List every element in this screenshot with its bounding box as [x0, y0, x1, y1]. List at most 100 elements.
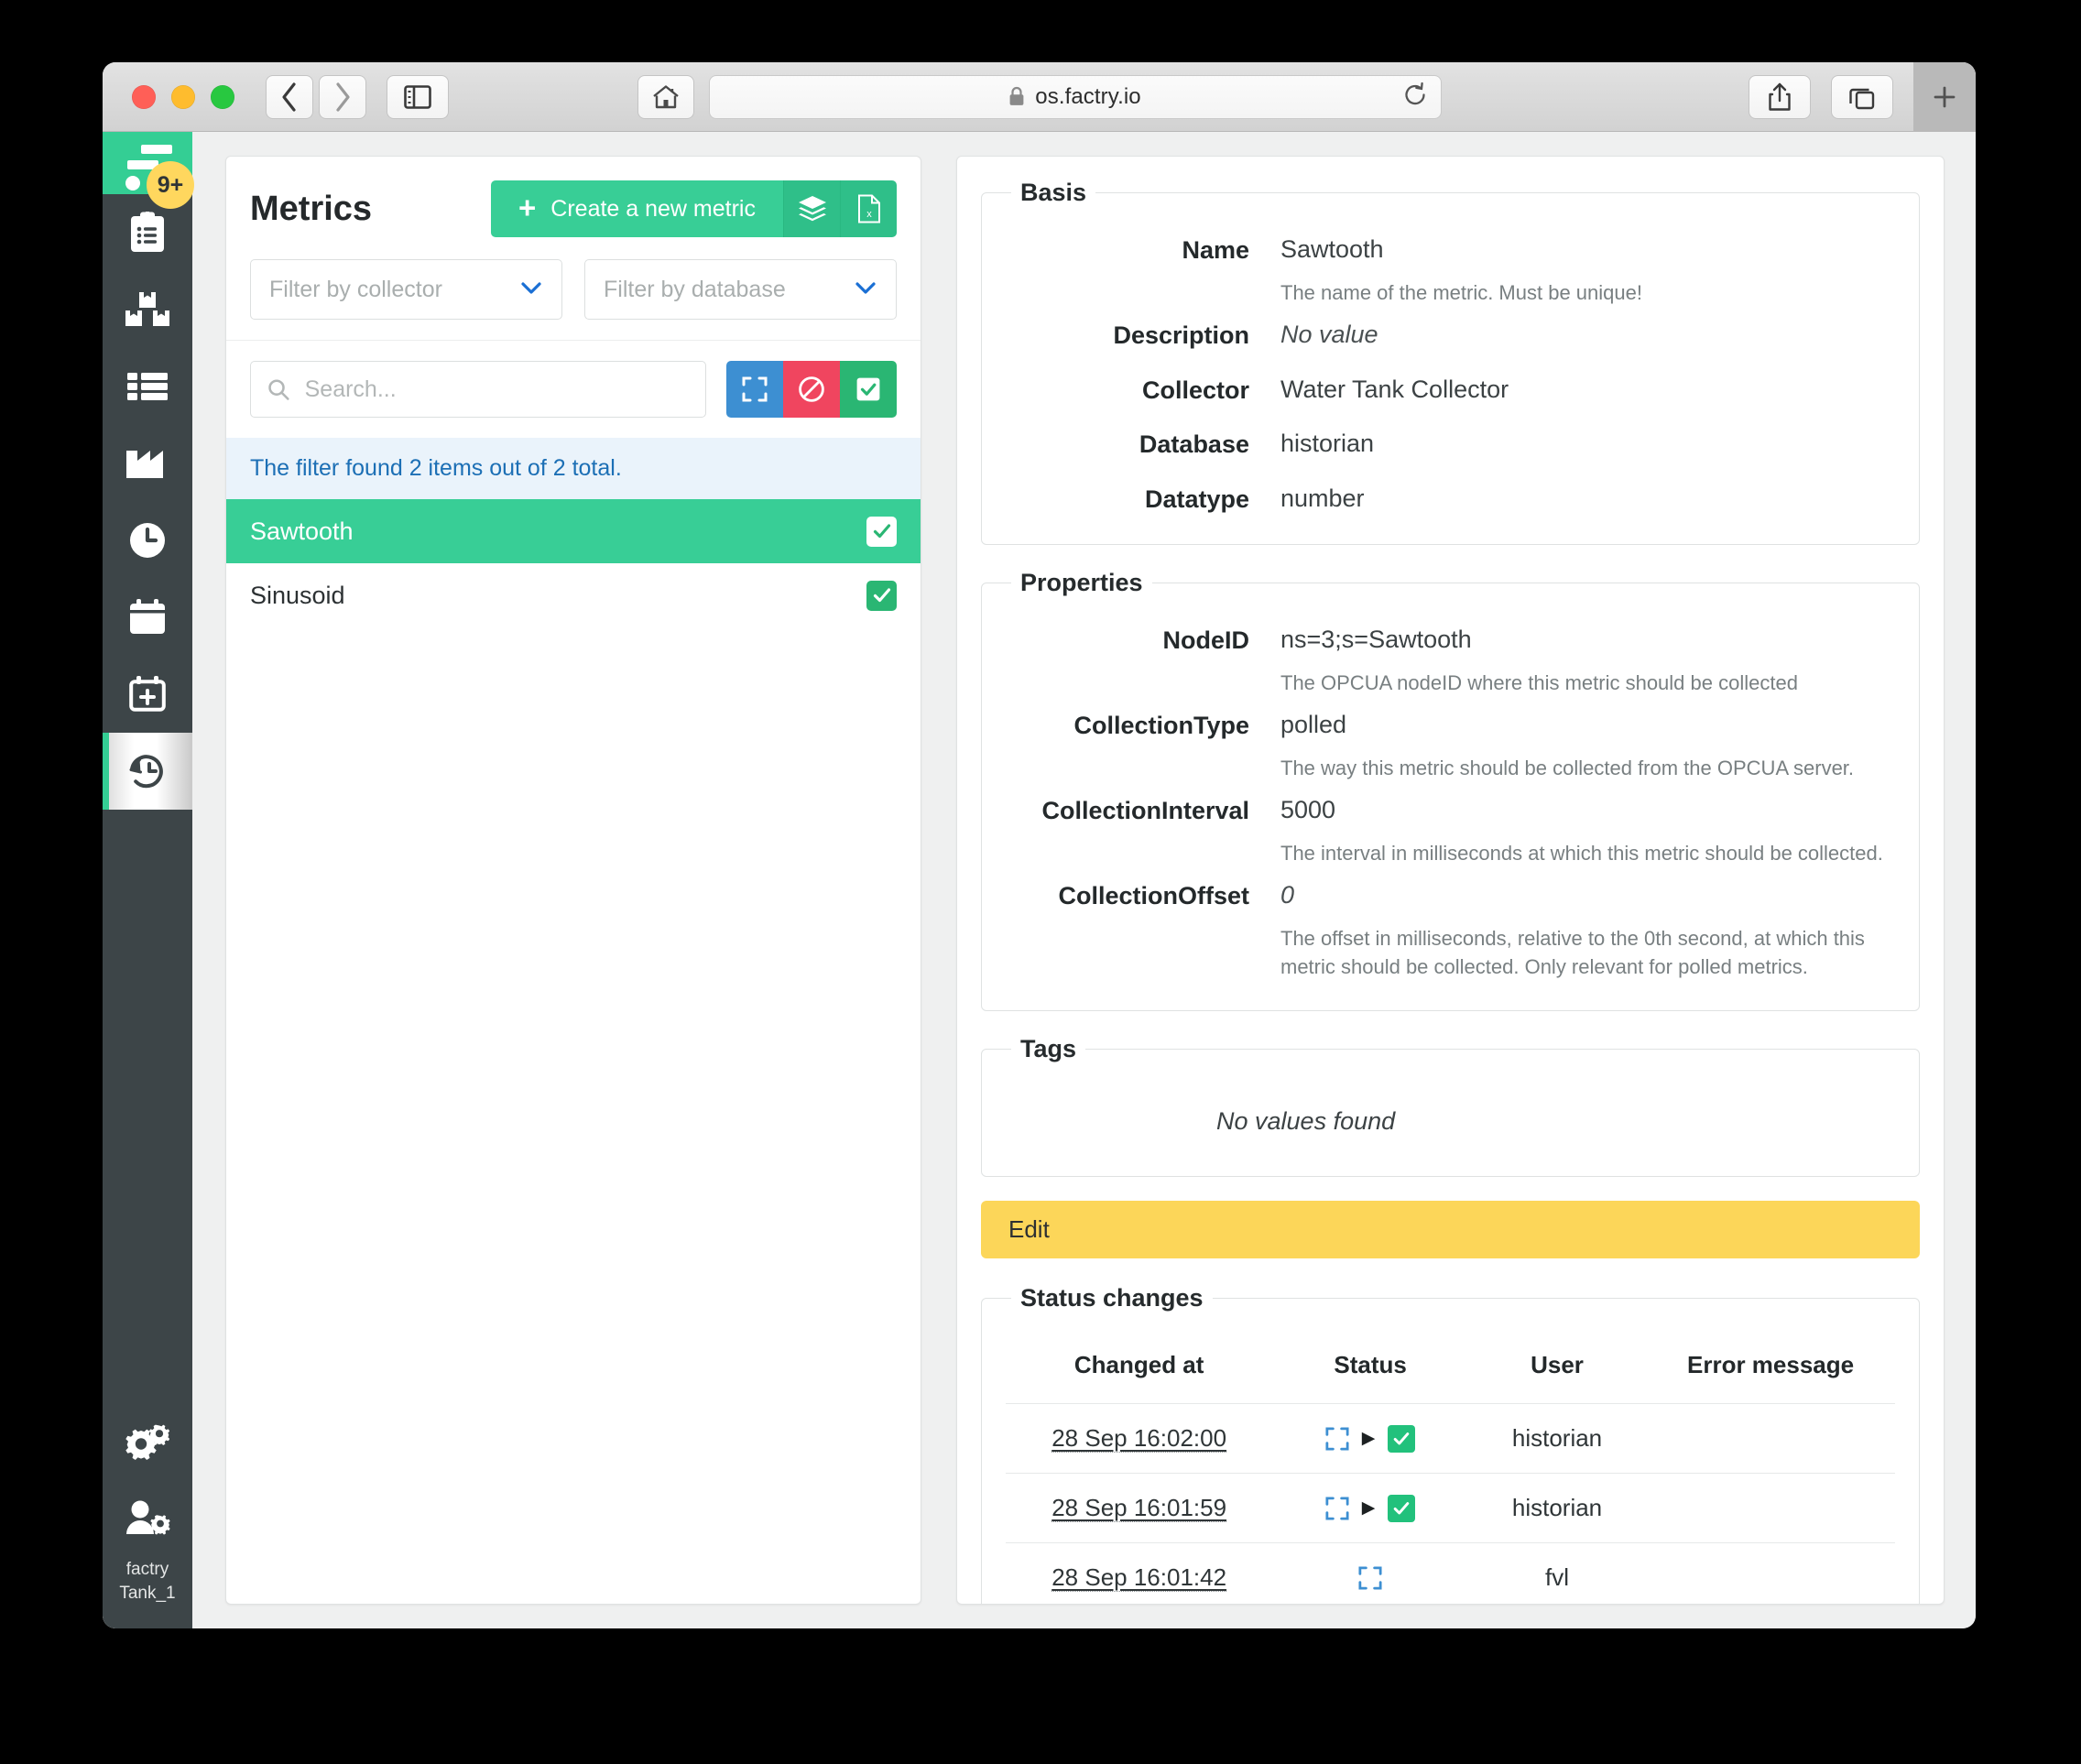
calendar-icon — [130, 599, 165, 634]
state-filter-group — [726, 361, 897, 418]
plus-icon: + — [518, 191, 537, 224]
sidebar-item-historian[interactable] — [103, 733, 192, 810]
browser-toolbar: os.factry.io — [103, 62, 1976, 132]
properties-section: Properties NodeID ns=3;s=Sawtooth The OP… — [981, 568, 1920, 1012]
browser-window: os.factry.io 9+ factry Tank_1 Metrics + … — [103, 62, 1976, 1628]
field-label: CollectionInterval — [1041, 796, 1249, 824]
table-header-row: Changed at Status User Error message — [1006, 1336, 1895, 1404]
new-tab-button[interactable] — [1913, 62, 1976, 132]
close-window-button[interactable] — [132, 84, 156, 109]
tab-overview-button[interactable] — [1831, 74, 1893, 119]
field-label: Name — [1182, 236, 1249, 264]
address-zone: os.factry.io — [103, 74, 1976, 119]
cell-status: ▶ — [1272, 1403, 1468, 1474]
layers-icon — [798, 196, 826, 222]
page-title: Metrics — [250, 189, 373, 228]
dashed-square-icon — [1325, 1497, 1349, 1520]
metrics-actions: + Create a new metric x — [491, 180, 897, 237]
sidebar-item-materials[interactable] — [103, 271, 192, 348]
address-bar[interactable]: os.factry.io — [708, 74, 1442, 119]
sidebar-item-user[interactable] — [103, 1480, 192, 1557]
create-metric-button[interactable]: + Create a new metric — [491, 180, 783, 237]
forward-button[interactable] — [319, 74, 366, 119]
check-square-icon — [1388, 1424, 1416, 1453]
search-input[interactable] — [304, 376, 689, 403]
edit-button[interactable]: Edit — [981, 1201, 1920, 1259]
status-changes-table: Changed at Status User Error message 28 … — [1006, 1336, 1895, 1604]
sidebar-toggle-button[interactable] — [387, 74, 449, 119]
field-help: The OPCUA nodeID where this metric shoul… — [1280, 670, 1798, 694]
home-button[interactable] — [637, 74, 694, 119]
collector-filter-select[interactable]: Filter by collector — [250, 259, 562, 320]
table-row[interactable]: 28 Sep 16:01:42 fvl — [1006, 1542, 1895, 1604]
state-filter-pending[interactable] — [726, 361, 783, 418]
timestamp-text[interactable]: 28 Sep 16:01:42 — [1051, 1563, 1227, 1593]
timestamp-text[interactable]: 28 Sep 16:01:59 — [1051, 1494, 1227, 1523]
url-text: os.factry.io — [1035, 83, 1141, 109]
maximize-window-button[interactable] — [211, 84, 234, 109]
sidebar-item-production[interactable] — [103, 425, 192, 502]
list-icon — [127, 373, 168, 400]
excel-file-icon: x — [857, 194, 880, 223]
window-controls — [132, 84, 234, 109]
bulk-edit-button[interactable] — [783, 180, 840, 237]
table-row[interactable]: 28 Sep 16:02:00 ▶ historian — [1006, 1403, 1895, 1474]
share-button[interactable] — [1749, 74, 1811, 119]
minimize-window-button[interactable] — [171, 84, 195, 109]
check-square-icon — [856, 377, 880, 401]
field-label: Collector — [1141, 376, 1249, 404]
basis-fields: Name Sawtooth The name of the metric. Mu… — [1006, 231, 1895, 524]
home-icon — [652, 84, 679, 108]
reload-button[interactable] — [1402, 82, 1428, 112]
clipboard-list-icon — [131, 212, 164, 252]
database-filter-select[interactable]: Filter by database — [584, 259, 897, 320]
field-value: polled — [1280, 710, 1347, 738]
field-datatype: Datatype number — [1006, 480, 1895, 515]
sidebar-toggle-icon — [404, 84, 431, 109]
sidebar-item-shifts[interactable] — [103, 502, 192, 579]
cell-user: fvl — [1467, 1542, 1647, 1604]
field-description: Description No value — [1006, 316, 1895, 351]
sidebar-item-lists[interactable] — [103, 348, 192, 425]
field-help: The way this metric should be collected … — [1280, 756, 1855, 779]
toolbar-right-buttons — [1749, 62, 1976, 132]
dashed-square-icon — [1358, 1566, 1382, 1590]
field-value: Water Tank Collector — [1280, 375, 1509, 403]
sidebar-item-settings[interactable] — [103, 1403, 192, 1480]
sidebar-user-name: Tank_1 — [119, 1584, 176, 1603]
list-item-label: Sawtooth — [250, 517, 354, 545]
sidebar-bottom: factry Tank_1 — [103, 1403, 192, 1628]
state-filter-enabled[interactable] — [840, 361, 897, 418]
list-item[interactable]: Sawtooth — [226, 499, 921, 563]
cell-status — [1272, 1542, 1468, 1604]
field-label: CollectionType — [1073, 711, 1249, 739]
boxes-icon — [125, 292, 169, 326]
field-value: Sawtooth — [1280, 235, 1384, 263]
list-item-label: Sinusoid — [250, 581, 345, 609]
table-row[interactable]: 28 Sep 16:01:59 ▶ historian — [1006, 1473, 1895, 1543]
check-square-icon[interactable] — [866, 580, 897, 611]
app-logo[interactable]: 9+ — [103, 132, 194, 209]
sidebar-item-tasks[interactable] — [103, 194, 192, 271]
field-help: The interval in milliseconds at which th… — [1280, 841, 1883, 865]
export-excel-button[interactable]: x — [840, 180, 897, 237]
cell-status: ▶ — [1272, 1473, 1468, 1543]
back-button[interactable] — [266, 74, 313, 119]
navigation-buttons — [266, 74, 366, 119]
cell-changed-at: 28 Sep 16:02:00 — [1006, 1403, 1273, 1474]
timestamp-text[interactable]: 28 Sep 16:02:00 — [1051, 1424, 1227, 1454]
arrow-right-icon: ▶ — [1361, 1429, 1376, 1449]
check-square-icon[interactable] — [866, 516, 897, 547]
sidebar-item-calendar[interactable] — [103, 579, 192, 656]
create-metric-label: Create a new metric — [550, 195, 756, 222]
properties-fields: NodeID ns=3;s=Sawtooth The OPCUA nodeID … — [1006, 621, 1895, 990]
field-nodeid: NodeID ns=3;s=Sawtooth The OPCUA nodeID … — [1006, 621, 1895, 697]
search-field[interactable] — [250, 361, 706, 418]
metrics-list: Sawtooth Sinusoid — [226, 499, 921, 1604]
basis-legend: Basis — [1020, 179, 1087, 206]
history-icon — [129, 755, 163, 789]
field-label: Database — [1139, 430, 1249, 459]
list-item[interactable]: Sinusoid — [226, 563, 921, 627]
state-filter-disabled[interactable] — [783, 361, 840, 418]
sidebar-item-calendar-add[interactable] — [103, 656, 192, 733]
